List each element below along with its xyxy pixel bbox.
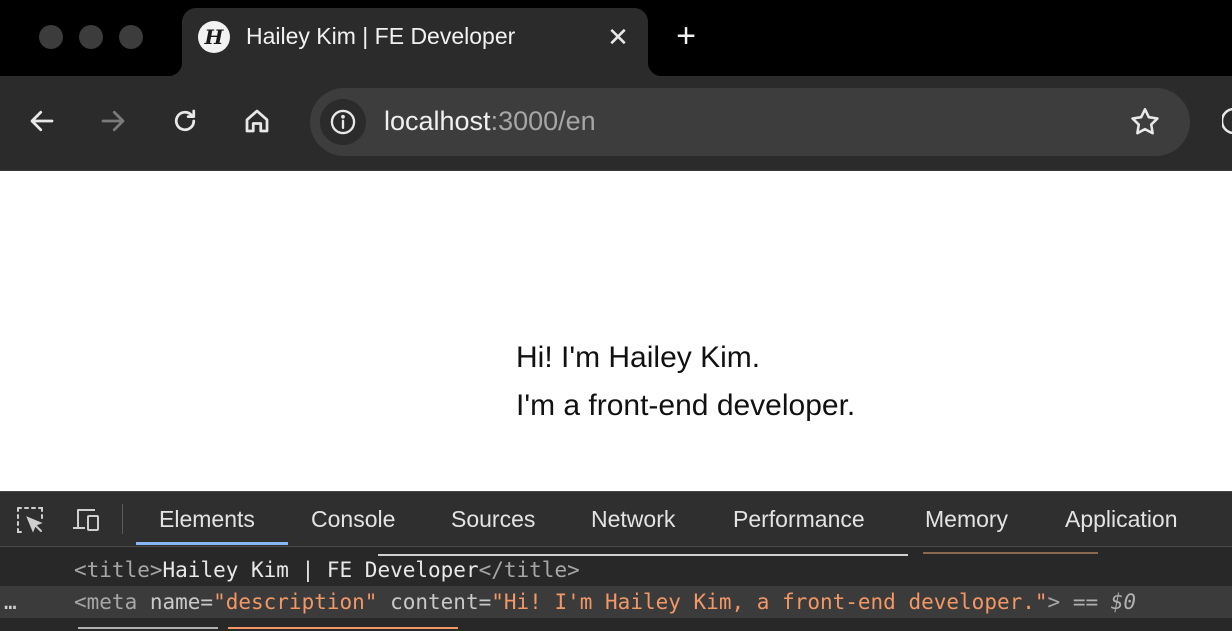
meta-name-attr: name= <box>149 590 214 614</box>
maximize-window-button[interactable] <box>119 25 143 49</box>
close-window-button[interactable] <box>39 25 63 49</box>
elements-tree: <title>Hailey Kim | FE Developer</title>… <box>0 547 1232 631</box>
site-info-icon[interactable] <box>320 99 366 145</box>
new-tab-button[interactable]: + <box>668 18 704 54</box>
meta-name-value: "description" <box>213 590 378 614</box>
title-text: Hailey Kim | FE Developer <box>162 558 479 582</box>
devtools-tab-memory[interactable]: Memory <box>925 506 1008 533</box>
dom-node-meta-description[interactable]: … <meta name="description" content="Hi! … <box>0 586 1232 618</box>
devtools-tab-application[interactable]: Application <box>1065 506 1178 533</box>
profile-icon[interactable] <box>1220 106 1232 136</box>
devtools-tab-bar: Elements Console Sources Network Perform… <box>0 492 1232 547</box>
browser-tab[interactable]: H Hailey Kim | FE Developer ✕ <box>168 8 662 76</box>
tab-strip: H Hailey Kim | FE Developer ✕ + <box>0 0 1232 76</box>
bookmark-star-icon[interactable] <box>1128 105 1162 139</box>
url-host: localhost <box>384 106 491 136</box>
row-menu-icon[interactable]: … <box>4 586 17 618</box>
forward-icon[interactable] <box>96 104 130 138</box>
back-icon[interactable] <box>25 104 59 138</box>
devtools-separator <box>122 504 123 534</box>
intro-line-2: I'm a front-end developer. <box>516 389 856 422</box>
selected-node-marker: == $0 <box>1072 590 1137 614</box>
device-toolbar-icon[interactable] <box>70 504 102 536</box>
minimize-window-button[interactable] <box>79 25 103 49</box>
devtools-tab-sources[interactable]: Sources <box>451 506 535 533</box>
reload-icon[interactable] <box>168 104 202 138</box>
title-close-tag: </title> <box>478 558 580 582</box>
url-text[interactable]: localhost:3000/en <box>384 106 596 137</box>
devtools-tab-network[interactable]: Network <box>591 506 675 533</box>
url-path: :3000/en <box>490 106 596 136</box>
meta-content-attr: content= <box>377 590 492 614</box>
meta-content-value: "Hi! I'm Hailey Kim, a front-end develop… <box>491 590 1048 614</box>
address-bar[interactable]: localhost:3000/en <box>310 88 1190 156</box>
dom-node-title[interactable]: <title>Hailey Kim | FE Developer</title> <box>0 554 1232 586</box>
tab-title: Hailey Kim | FE Developer <box>246 23 516 49</box>
devtools-tab-console[interactable]: Console <box>311 506 395 533</box>
devtools-panel: Elements Console Sources Network Perform… <box>0 491 1232 631</box>
active-tab-indicator <box>136 542 288 545</box>
devtools-tab-performance[interactable]: Performance <box>733 506 865 533</box>
meta-close-tag: > <box>1047 590 1061 614</box>
intro-line-1: Hi! I'm Hailey Kim. <box>516 341 761 374</box>
intro-text: Hi! I'm Hailey Kim. I'm a front-end deve… <box>516 334 855 430</box>
dom-node-partial-bottom <box>0 618 1232 631</box>
tab-close-icon[interactable]: ✕ <box>602 21 634 53</box>
site-favicon-icon: H <box>198 21 230 53</box>
title-open-tag: <title> <box>74 558 163 582</box>
browser-toolbar: localhost:3000/en <box>0 76 1232 171</box>
devtools-tab-elements[interactable]: Elements <box>159 506 255 533</box>
inspect-element-icon[interactable] <box>14 504 46 536</box>
web-page: Hi! I'm Hailey Kim. I'm a front-end deve… <box>0 171 1232 491</box>
meta-open-tag: <meta <box>74 590 150 614</box>
home-icon[interactable] <box>240 104 274 138</box>
